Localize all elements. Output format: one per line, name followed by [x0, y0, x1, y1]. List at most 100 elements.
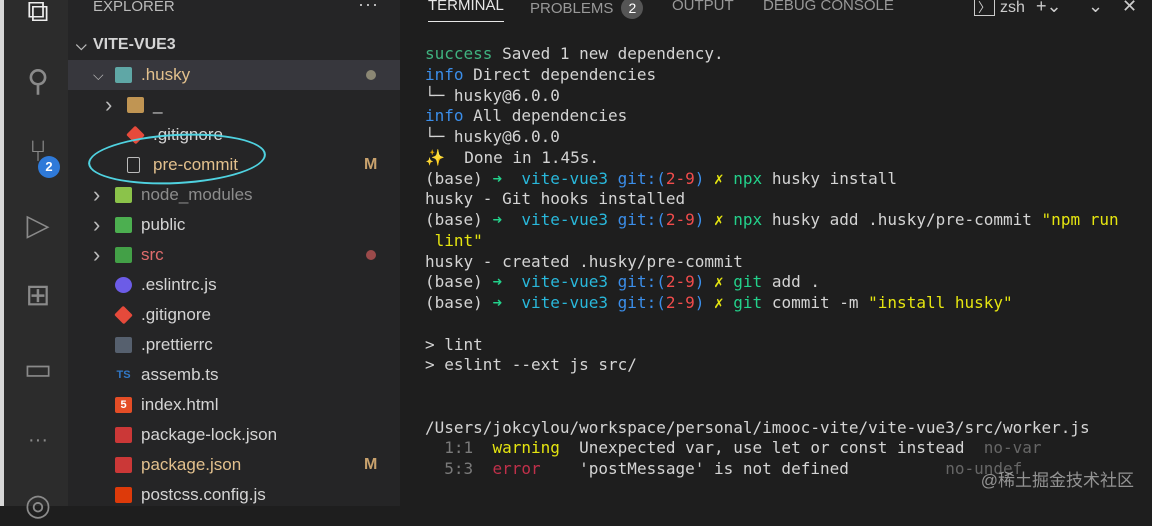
terminal-line: (base) ➜ vite-vue3 git:(2-9) ✗ git commi… [425, 293, 1119, 314]
chevron-right-icon: › [105, 92, 113, 117]
tab-problems[interactable]: PROBLEMS 2 [530, 0, 644, 19]
tree-item[interactable]: › node_modules [68, 180, 400, 210]
terminal-text: git:( [617, 272, 666, 292]
extensions-icon[interactable]: ⊞ [18, 276, 58, 316]
terminal-text: success [425, 44, 493, 63]
chevron-right-icon: › [93, 212, 101, 237]
chevron-down-icon[interactable]: ⌄ [1088, 0, 1103, 17]
chevron-down-icon: ⌵ [76, 37, 87, 53]
tree-item[interactable]: package-lock.json [68, 420, 400, 450]
terminal-line: └─ husky@6.0.0 [425, 86, 1119, 107]
tree-item[interactable]: package.json M [68, 450, 400, 480]
terminal-text: ✨ [425, 147, 445, 167]
terminal-line: /Users/jokcylou/workspace/personal/imooc… [425, 418, 1119, 439]
terminal-text: ✗ [714, 210, 734, 229]
terminal-text: ) [694, 168, 715, 188]
tree-item[interactable]: .gitignore [68, 300, 400, 330]
terminal-text: git:( [617, 168, 666, 188]
terminal-output[interactable]: success Saved 1 new dependency. info Dire… [425, 44, 1119, 480]
terminal-text: ) [694, 210, 715, 229]
node-folder-icon [115, 187, 132, 203]
tree-item[interactable]: .prettierrc [68, 330, 400, 360]
new-terminal-button[interactable]: +⌄ [1036, 0, 1062, 17]
tree-item-label: assemb.ts [141, 365, 219, 384]
run-debug-icon[interactable]: ▷ [18, 206, 58, 246]
terminal-text: > eslint --ext js src/ [425, 355, 637, 375]
terminal-text: husky - Git hooks installed [425, 189, 686, 209]
terminal-text: 2-9 [665, 168, 695, 188]
terminal-text: All dependencies [463, 106, 628, 126]
tree-item-label: package.json [141, 455, 242, 474]
explorer-files-icon[interactable]: ⧉ [18, 0, 58, 32]
postcss-icon [115, 487, 132, 503]
terminal-text: 'postMessage' is not defined [540, 459, 946, 478]
modified-badge: M [364, 156, 378, 173]
terminal-text: husky add .husky/pre-commit [762, 210, 1042, 229]
search-icon[interactable]: ⚲ [18, 62, 58, 102]
terminal-text: ➜ [492, 168, 522, 188]
tree-item-label: src [141, 245, 164, 264]
tree-item[interactable]: 5 index.html [68, 390, 400, 420]
account-icon[interactable]: ◎ [18, 486, 58, 526]
terminal-text: ✗ [714, 293, 734, 312]
terminal-text: /Users/jokcylou/workspace/personal/imooc… [425, 417, 1090, 437]
terminal-text: vite-vue3 [521, 210, 618, 229]
terminal-text: (base) [425, 272, 493, 292]
terminal-shell-selector[interactable]: 〉 zsh [974, 0, 1025, 17]
terminal-text: git:( [617, 210, 666, 229]
tab-terminal[interactable]: TERMINAL [428, 0, 504, 22]
tab-debug-console[interactable]: DEBUG CONSOLE [763, 0, 894, 14]
terminal-text: error [492, 459, 541, 478]
tree-item-label: package-lock.json [141, 425, 278, 444]
tree-item[interactable]: TS assemb.ts [68, 360, 400, 390]
tree-item[interactable]: › _ [68, 90, 400, 120]
scm-badge: 2 [38, 156, 60, 178]
chevron-right-icon: › [93, 182, 101, 207]
terminal-text: Saved 1 new dependency. [492, 44, 724, 63]
remote-explorer-icon[interactable]: ▭ [18, 350, 58, 390]
workspace-root[interactable]: ⌵ VITE-VUE3 [68, 30, 400, 60]
terminal-text: husky - created .husky/pre-commit [425, 251, 743, 271]
tab-label: OUTPUT [672, 0, 734, 14]
tree-item[interactable]: ⌵ .husky [68, 60, 400, 90]
terminal-text: "npm run [1041, 210, 1119, 229]
modified-dot [366, 250, 376, 260]
tab-label: PROBLEMS [530, 0, 614, 17]
workspace-root-label: VITE-VUE3 [93, 36, 176, 53]
terminal-icon: 〉 [974, 0, 996, 16]
terminal-text: info [425, 106, 464, 126]
explorer-more-button[interactable]: ··· [358, 0, 379, 15]
close-panel-icon[interactable]: ✕ [1122, 0, 1137, 17]
more-icon[interactable]: ··· [18, 420, 58, 460]
terminal-text: lint" [425, 230, 483, 250]
terminal-text: git:( [617, 293, 666, 312]
terminal-line: └─ husky@6.0.0 [425, 127, 1119, 148]
terminal-line: success Saved 1 new dependency. [425, 44, 1119, 65]
tree-item-label: .prettierrc [141, 335, 213, 354]
terminal-text: ➜ [492, 272, 522, 292]
folder-icon [127, 97, 144, 113]
tree-item[interactable]: .eslintrc.js [68, 270, 400, 300]
terminal-text: commit -m [762, 293, 869, 312]
husky-folder-icon [115, 67, 132, 83]
terminal-text: vite-vue3 [521, 293, 618, 312]
terminal-text: npx [733, 168, 763, 188]
modified-badge: M [364, 456, 378, 473]
terminal-text: ✗ [714, 168, 734, 188]
npm-icon [115, 427, 132, 443]
terminal-panel: TERMINAL PROBLEMS 2 OUTPUT DEBUG CONSOLE 〉 z… [400, 0, 1152, 506]
terminal-text: > lint [425, 334, 483, 354]
terminal-text: 2-9 [665, 293, 695, 312]
git-icon [114, 305, 133, 325]
chevron-down-icon: ⌵ [93, 67, 104, 83]
terminal-text: 2-9 [665, 210, 695, 229]
tree-item[interactable]: › public [68, 210, 400, 240]
tab-label: DEBUG CONSOLE [763, 0, 894, 14]
tree-item[interactable]: › src [68, 240, 400, 270]
terminal-line: husky - created .husky/pre-commit [425, 252, 1119, 273]
terminal-line: 1:1 warning Unexpected var, use let or c… [425, 438, 1119, 459]
tab-output[interactable]: OUTPUT [672, 0, 734, 14]
terminal-line: lint" [425, 231, 1119, 252]
